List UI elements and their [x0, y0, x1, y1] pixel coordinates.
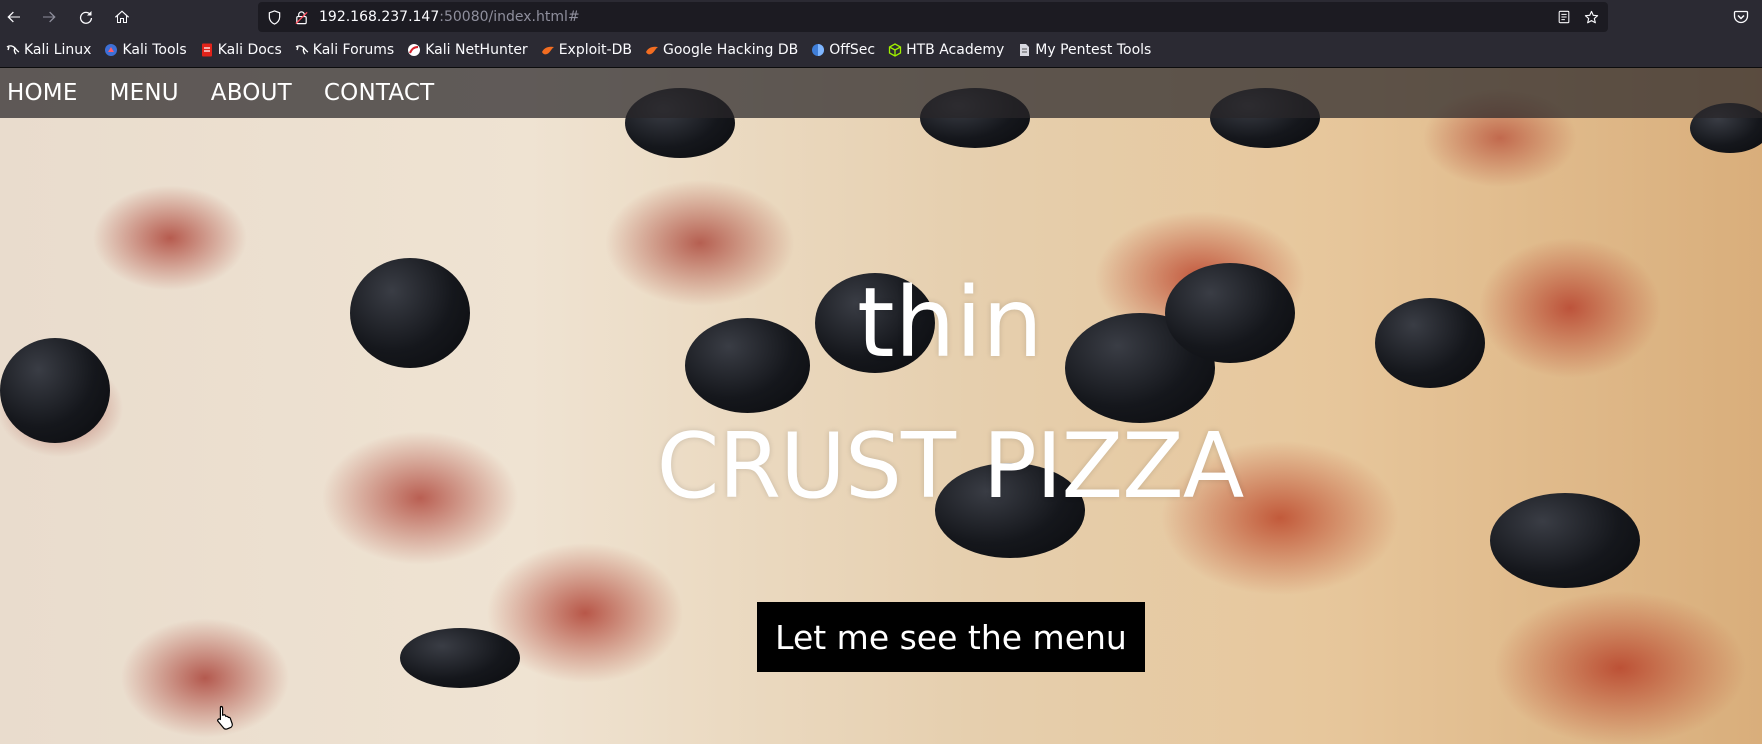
home-icon	[115, 10, 129, 23]
htb-cube-icon	[888, 43, 902, 57]
bookmark-label: Google Hacking DB	[662, 42, 799, 58]
hero-title-line1: thin	[857, 267, 1043, 379]
hero-title-line2: CRUST PIZZA	[656, 414, 1245, 519]
bookmark-offsec[interactable]: OffSec	[808, 38, 879, 62]
bookmark-label: Kali Tools	[122, 42, 187, 58]
nav-menu-link[interactable]: MENU	[110, 80, 179, 106]
nav-home-link[interactable]: HOME	[7, 80, 78, 106]
pentest-tools-icon	[1017, 43, 1031, 57]
kali-dragon-icon	[6, 43, 20, 57]
forward-arrow-icon	[43, 11, 56, 23]
kali-dragon-icon	[295, 43, 309, 57]
kali-docs-icon	[200, 43, 214, 57]
nav-about-link[interactable]: ABOUT	[211, 80, 292, 106]
back-button[interactable]	[1, 4, 27, 30]
bookmark-kali-tools[interactable]: Kali Tools	[101, 38, 190, 62]
see-menu-button[interactable]: Let me see the menu	[757, 602, 1145, 672]
browser-toolbar: 192.168.237.147:50080/index.html#	[0, 0, 1762, 33]
pocket-button[interactable]	[1728, 4, 1754, 30]
insecure-lock-icon[interactable]	[293, 9, 309, 25]
exploitdb-icon	[541, 43, 555, 57]
bookmark-my-pentest-tools[interactable]: My Pentest Tools	[1014, 38, 1155, 62]
offsec-icon	[811, 43, 825, 57]
reload-button[interactable]	[73, 4, 99, 30]
bookmark-kali-docs[interactable]: Kali Docs	[197, 38, 286, 62]
bookmark-google-hacking-db[interactable]: Google Hacking DB	[642, 38, 802, 62]
bookmark-label: Kali Forums	[312, 42, 395, 58]
bookmark-label: Kali Docs	[217, 42, 282, 58]
address-bar[interactable]: 192.168.237.147:50080/index.html#	[258, 2, 1608, 32]
bookmark-label: OffSec	[829, 42, 876, 58]
ghdb-icon	[645, 43, 659, 57]
pocket-icon	[1733, 10, 1749, 24]
nav-contact-link[interactable]: CONTACT	[324, 80, 434, 106]
bookmarks-toolbar: Kali Linux Kali Tools Kali Docs Kali For…	[0, 33, 1762, 68]
bookmark-label: Kali Linux	[24, 42, 92, 58]
bookmark-label: My Pentest Tools	[1035, 42, 1152, 58]
bookmark-kali-forums[interactable]: Kali Forums	[292, 38, 398, 62]
bookmark-label: Exploit-DB	[558, 42, 632, 58]
shield-icon[interactable]	[266, 9, 282, 25]
url-host: 192.168.237.147	[319, 9, 440, 25]
kali-tools-icon	[104, 43, 118, 57]
reload-icon	[79, 11, 93, 24]
bookmark-exploit-db[interactable]: Exploit-DB	[538, 38, 636, 62]
bookmark-label: HTB Academy	[906, 42, 1005, 58]
hand-cursor-icon	[217, 705, 233, 730]
site-navbar: HOME MENU ABOUT CONTACT	[0, 68, 1762, 118]
olive-decoration	[400, 628, 520, 688]
reader-view-icon[interactable]	[1556, 9, 1572, 25]
forward-button[interactable]	[36, 4, 62, 30]
url-path: :50080/index.html#	[439, 9, 580, 25]
bookmark-label: Kali NetHunter	[425, 42, 528, 58]
url-text[interactable]: 192.168.237.147:50080/index.html#	[319, 9, 580, 25]
page-viewport: HOME MENU ABOUT CONTACT thin CRUST PIZZA…	[0, 68, 1762, 744]
home-button[interactable]	[109, 4, 135, 30]
nethunter-icon	[407, 43, 421, 57]
bookmark-kali-nethunter[interactable]: Kali NetHunter	[404, 38, 531, 62]
back-arrow-icon	[7, 11, 21, 23]
bookmark-star-icon[interactable]	[1583, 9, 1599, 25]
bookmark-htb-academy[interactable]: HTB Academy	[885, 38, 1008, 62]
bookmark-kali-linux[interactable]: Kali Linux	[3, 38, 95, 62]
